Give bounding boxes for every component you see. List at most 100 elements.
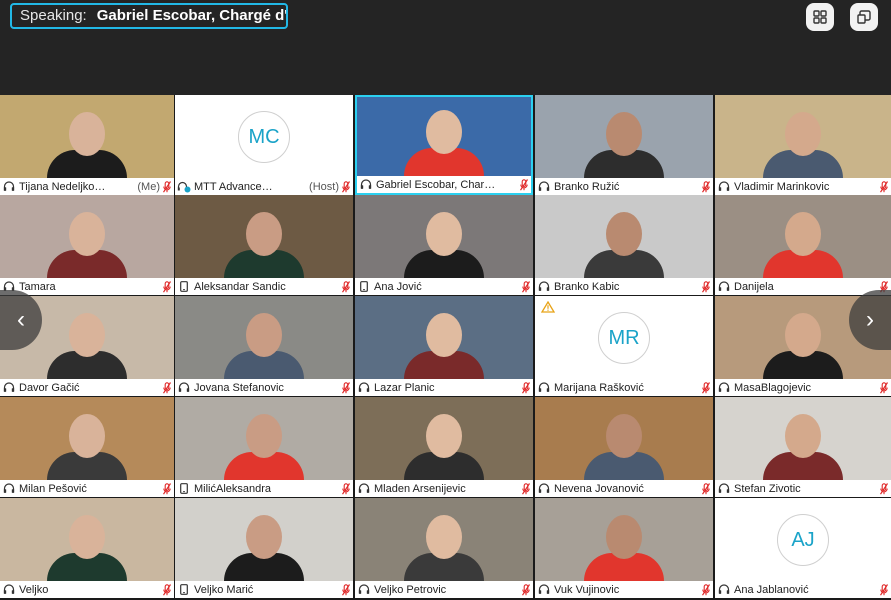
participant-nameplate: Branko Ružić [535, 178, 713, 195]
participant-tile[interactable]: MR Marijana Rašković [535, 296, 713, 396]
headphones-icon [715, 278, 733, 295]
headphones-icon [715, 379, 733, 396]
participant-tile[interactable]: Tamara [0, 195, 174, 295]
participant-name: Danijela [734, 280, 774, 293]
participant-tile[interactable]: AJ Ana Jablanović [715, 498, 891, 598]
grid-view-button[interactable] [806, 3, 834, 31]
participant-name: Aleksandar Sandic [194, 280, 286, 293]
video-feed [32, 498, 142, 581]
video-feed [209, 397, 319, 480]
video-feed [32, 397, 142, 480]
headphones-icon [0, 480, 18, 497]
minimize-window-button[interactable] [850, 3, 878, 31]
gallery-grid: Tijana Nedeljko… (Me) MC MTT Advance… (Host)… [0, 95, 891, 600]
video-feed [569, 397, 679, 480]
participant-nameplate: MilićAleksandra [175, 480, 353, 497]
participant-tile[interactable]: Ana Jović [355, 195, 533, 295]
video-feed [389, 498, 499, 581]
headphones-icon [535, 379, 553, 396]
participant-tile[interactable]: Aleksandar Sandic [175, 195, 353, 295]
video-feed [748, 195, 858, 278]
participant-nameplate: Branko Kabic [535, 278, 713, 295]
headphones-icon [535, 278, 553, 295]
video-feed [32, 195, 142, 278]
phone-icon [355, 278, 373, 295]
participant-nameplate: Nevena Jovanović [535, 480, 713, 497]
participant-tile[interactable]: Branko Kabic [535, 195, 713, 295]
participant-tile[interactable]: Veljko Marić [175, 498, 353, 598]
mic-muted-icon [877, 180, 891, 193]
participant-nameplate: Veljko Marić [175, 581, 353, 598]
participant-nameplate: Marijana Rašković [535, 379, 713, 396]
mic-muted-icon [339, 482, 353, 495]
chevron-right-icon: › [866, 306, 874, 333]
participant-tile[interactable]: Lazar Planic [355, 296, 533, 396]
participant-nameplate: Vuk Vujinovic [535, 581, 713, 598]
mic-muted-icon [160, 381, 174, 394]
headphones-icon [715, 178, 733, 195]
video-feed [32, 95, 142, 178]
participant-tile[interactable]: MC MTT Advance… (Host) [175, 95, 353, 195]
participant-tile[interactable]: Nevena Jovanović [535, 397, 713, 497]
video-feed [209, 498, 319, 581]
participant-name: Ana Jablanović [734, 583, 809, 596]
top-bar: Speaking: Gabriel Escobar, Chargé d'… [0, 0, 891, 95]
participant-nameplate: Gabriel Escobar, Char… [357, 176, 531, 193]
mic-muted-icon [519, 280, 533, 293]
participant-name: Lazar Planic [374, 381, 435, 394]
video-feed [209, 195, 319, 278]
participant-nameplate: Ana Jović [355, 278, 533, 295]
mic-muted-icon [699, 180, 713, 193]
mic-muted-icon [699, 583, 713, 596]
video-feed [32, 296, 142, 379]
mic-muted-icon [339, 381, 353, 394]
participant-tile[interactable]: Tijana Nedeljko… (Me) [0, 95, 174, 195]
headphones-icon [355, 581, 373, 598]
participant-tile[interactable]: Veljko Petrovic [355, 498, 533, 598]
participant-name: Gabriel Escobar, Char… [376, 178, 496, 191]
participant-nameplate: Mladen Arsenijevic [355, 480, 533, 497]
phone-icon [175, 480, 193, 497]
participant-nameplate: MTT Advance… (Host) [175, 178, 353, 195]
participant-tile[interactable]: Danijela [715, 195, 891, 295]
headphones-icon [715, 480, 733, 497]
mic-muted-icon [699, 482, 713, 495]
minimize-window-icon [857, 10, 871, 24]
participant-nameplate: Jovana Stefanovic [175, 379, 353, 396]
participant-name: Veljko Marić [194, 583, 254, 596]
participant-name: MTT Advance… [194, 180, 273, 193]
avatar-initials: AJ [777, 514, 829, 566]
avatar-initials: MC [238, 111, 290, 163]
video-feed [569, 195, 679, 278]
warning-icon [540, 300, 556, 318]
headphones-icon [535, 178, 553, 195]
participant-tile[interactable]: Vuk Vujinovic [535, 498, 713, 598]
video-feed [389, 195, 499, 278]
participant-nameplate: Ana Jablanović [715, 581, 891, 598]
participant-tile[interactable]: Branko Ružić [535, 95, 713, 195]
headphones-icon [0, 581, 18, 598]
mic-muted-icon [339, 280, 353, 293]
participant-tag: (Me) [137, 180, 160, 193]
participant-tile[interactable]: Mladen Arsenijevic [355, 397, 533, 497]
participant-tile[interactable]: Jovana Stefanovic [175, 296, 353, 396]
participant-tile[interactable]: Stefan Zivotic [715, 397, 891, 497]
participant-tile[interactable]: Gabriel Escobar, Char… [355, 95, 533, 195]
mic-muted-icon [877, 583, 891, 596]
speaking-label: Speaking: [20, 7, 87, 24]
headphones-icon [355, 379, 373, 396]
participant-nameplate: Lazar Planic [355, 379, 533, 396]
participant-tile[interactable]: Vladimir Marinkovic [715, 95, 891, 195]
participant-name: Jovana Stefanovic [194, 381, 284, 394]
chevron-left-icon: ‹ [17, 306, 25, 333]
participant-name: MasaBlagojevic [734, 381, 812, 394]
video-feed [389, 97, 499, 176]
participant-tile[interactable]: MilićAleksandra [175, 397, 353, 497]
mic-muted-icon [160, 482, 174, 495]
participant-tile[interactable]: Veljko [0, 498, 174, 598]
headphones-icon [715, 581, 733, 598]
participant-tile[interactable]: Milan Pešović [0, 397, 174, 497]
participant-name: MilićAleksandra [194, 482, 272, 495]
participant-name: Tijana Nedeljko… [19, 180, 106, 193]
participant-name: Branko Ružić [554, 180, 620, 193]
